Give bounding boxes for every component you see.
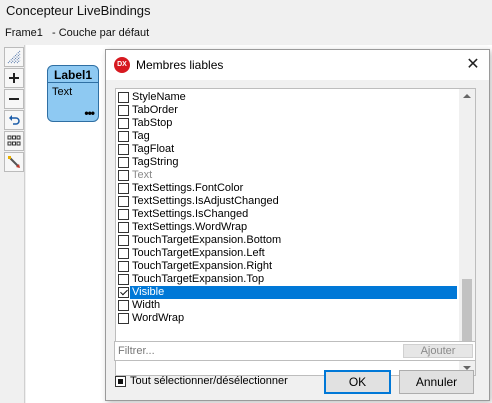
- member-checkbox[interactable]: [118, 287, 129, 298]
- list-item[interactable]: StyleName: [116, 91, 460, 104]
- member-label: TabStop: [132, 117, 173, 129]
- list-item[interactable]: Text: [116, 169, 460, 182]
- member-label: TouchTargetExpansion.Bottom: [132, 234, 282, 246]
- list-item[interactable]: Visible: [116, 286, 460, 299]
- designer-subtitle: Frame1 - Couche par défaut: [0, 24, 492, 44]
- zoom-in-icon[interactable]: [4, 68, 24, 88]
- close-icon[interactable]: ✕: [463, 55, 483, 75]
- member-label: Width: [132, 299, 161, 311]
- member-label: TouchTargetExpansion.Top: [132, 273, 265, 285]
- member-label: Tag: [132, 130, 150, 142]
- scroll-up-icon[interactable]: [463, 94, 471, 98]
- member-label: StyleName: [132, 91, 186, 103]
- component-member-text[interactable]: Text: [48, 83, 98, 98]
- members-list: StyleName TabOrder TabStop Tag TagFloat TagSt…: [115, 88, 476, 376]
- member-label: TextSettings.IsAdjustChanged: [132, 195, 279, 207]
- list-item[interactable]: TextSettings.FontColor: [116, 182, 460, 195]
- member-label: TextSettings.FontColor: [132, 182, 244, 194]
- member-checkbox[interactable]: [118, 222, 129, 233]
- list-item[interactable]: TouchTargetExpansion.Bottom: [116, 234, 460, 247]
- member-checkbox[interactable]: [118, 118, 129, 129]
- list-item[interactable]: TabOrder: [116, 104, 460, 117]
- designer-toolbar: [2, 45, 25, 403]
- list-item[interactable]: WordWrap: [116, 312, 460, 325]
- more-members-button[interactable]: •••: [84, 106, 95, 120]
- member-label: TabOrder: [132, 104, 178, 116]
- app-logo-icon: DX: [114, 57, 130, 73]
- list-item[interactable]: TagFloat: [116, 143, 460, 156]
- member-label: TextSettings.IsChanged: [132, 208, 249, 220]
- cancel-button[interactable]: Annuler: [399, 370, 474, 394]
- list-item[interactable]: TouchTargetExpansion.Left: [116, 247, 460, 260]
- undo-icon[interactable]: [4, 110, 24, 130]
- member-checkbox[interactable]: [118, 274, 129, 285]
- zoom-out-icon[interactable]: [4, 89, 24, 109]
- dialog-title: Membres liables: [136, 58, 224, 72]
- grid-icon[interactable]: [4, 131, 24, 151]
- add-button[interactable]: Ajouter: [403, 344, 473, 358]
- member-checkbox[interactable]: [118, 144, 129, 155]
- member-label: TagString: [132, 156, 179, 168]
- ok-button[interactable]: OK: [324, 370, 391, 394]
- filter-input[interactable]: [115, 342, 400, 360]
- arrange-icon[interactable]: [4, 47, 24, 67]
- member-label: TouchTargetExpansion.Left: [132, 247, 265, 259]
- list-item[interactable]: TextSettings.IsAdjustChanged: [116, 195, 460, 208]
- member-checkbox[interactable]: [118, 300, 129, 311]
- member-checkbox[interactable]: [118, 261, 129, 272]
- list-item[interactable]: TextSettings.IsChanged: [116, 208, 460, 221]
- list-item[interactable]: TouchTargetExpansion.Right: [116, 260, 460, 273]
- wand-icon[interactable]: [4, 152, 24, 172]
- member-checkbox[interactable]: [118, 209, 129, 220]
- frame-name: Frame1: [5, 27, 43, 39]
- list-item[interactable]: TabStop: [116, 117, 460, 130]
- member-checkbox[interactable]: [118, 183, 129, 194]
- list-item[interactable]: Tag: [116, 130, 460, 143]
- layer-label: - Couche par défaut: [51, 27, 150, 39]
- select-all-toggle[interactable]: Tout sélectionner/désélectionner: [115, 375, 288, 387]
- member-label: TextSettings.WordWrap: [132, 221, 248, 233]
- dialog-titlebar: DX Membres liables ✕: [106, 50, 489, 80]
- list-item[interactable]: TouchTargetExpansion.Top: [116, 273, 460, 286]
- select-all-checkbox[interactable]: [115, 375, 126, 387]
- select-all-label: Tout sélectionner/désélectionner: [130, 375, 288, 387]
- member-checkbox[interactable]: [118, 313, 129, 324]
- list-item[interactable]: TextSettings.WordWrap: [116, 221, 460, 234]
- list-scrollbar[interactable]: [459, 89, 475, 375]
- member-label: TagFloat: [132, 143, 175, 155]
- filter-box: Ajouter: [114, 341, 476, 361]
- member-label: Text: [132, 169, 153, 181]
- member-checkbox[interactable]: [118, 105, 129, 116]
- component-node-label1[interactable]: Label1 Text •••: [47, 65, 99, 122]
- member-checkbox[interactable]: [118, 157, 129, 168]
- designer-title: Concepteur LiveBindings: [0, 0, 492, 22]
- list-item[interactable]: TagString: [116, 156, 460, 169]
- member-checkbox[interactable]: [118, 170, 129, 181]
- member-checkbox[interactable]: [118, 235, 129, 246]
- bindable-members-dialog: DX Membres liables ✕ StyleName TabOrder Ta…: [105, 49, 490, 401]
- members-list-items: StyleName TabOrder TabStop Tag TagFloat TagSt…: [116, 89, 460, 375]
- member-label: TouchTargetExpansion.Right: [132, 260, 273, 272]
- member-checkbox[interactable]: [118, 92, 129, 103]
- member-label: Visible: [130, 286, 457, 299]
- member-label: WordWrap: [132, 312, 185, 324]
- member-checkbox[interactable]: [118, 248, 129, 259]
- member-checkbox[interactable]: [118, 196, 129, 207]
- member-checkbox[interactable]: [118, 131, 129, 142]
- list-item[interactable]: Width: [116, 299, 460, 312]
- component-node-title: Label1: [48, 66, 98, 83]
